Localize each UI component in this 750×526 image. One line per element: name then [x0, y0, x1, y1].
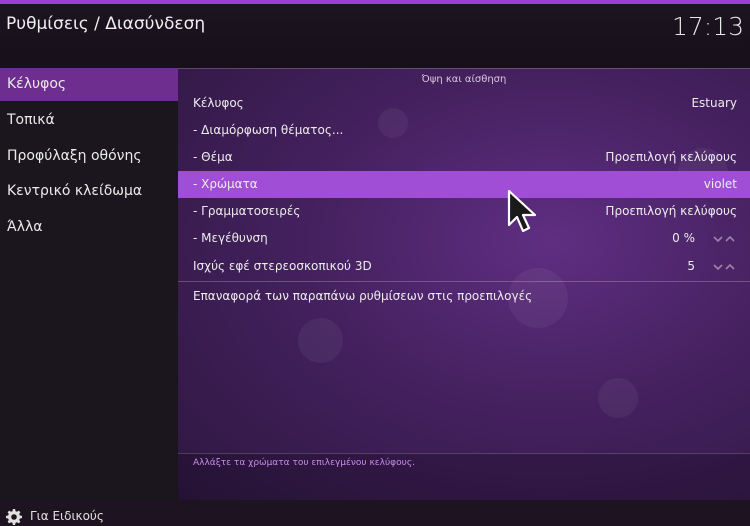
setting-value: Προεπιλογή κελύφους: [605, 150, 737, 164]
chevron-down-up-icon: [713, 235, 735, 243]
sidebar-item-label: Προφύλαξη οθόνης: [7, 148, 142, 164]
setting-configure-skin[interactable]: - Διαμόρφωση θέματος...: [178, 117, 750, 144]
setting-theme[interactable]: - Θέμα Προεπιλογή κελύφους: [178, 144, 750, 171]
sidebar-item-skin[interactable]: Κέλυφος: [0, 68, 178, 101]
clock: 17:13: [671, 12, 744, 41]
settings-level-label: Για Ειδικούς: [30, 509, 104, 523]
setting-label: - Μεγέθυνση: [193, 231, 268, 245]
setting-value: violet: [703, 177, 737, 191]
setting-stereoscopic-strength[interactable]: Ισχύς εφέ στερεοσκοπικού 3D 5: [178, 253, 750, 280]
background-bokeh: [598, 378, 638, 418]
background-bokeh: [298, 318, 343, 363]
setting-value: 0 %: [672, 231, 695, 245]
sidebar-item-label: Άλλα: [7, 219, 43, 235]
reset-settings-button[interactable]: Επαναφορά των παραπάνω ρυθμίσεων στις πρ…: [178, 283, 750, 310]
reset-label: Επαναφορά των παραπάνω ρυθμίσεων στις πρ…: [193, 289, 533, 303]
gear-icon: [6, 508, 22, 525]
setting-label: - Θέμα: [193, 150, 233, 164]
setting-skin[interactable]: Κέλυφος Estuary: [178, 90, 750, 117]
setting-value: 5: [687, 259, 695, 273]
sidebar-item-label: Κεντρικό κλείδωμα: [7, 183, 143, 199]
header: Ρυθμίσεις / Διασύνδεση 17:13: [0, 4, 750, 68]
sidebar-item-label: Κέλυφος: [7, 76, 67, 92]
setting-label: Κέλυφος: [193, 96, 244, 110]
sidebar-item-screensaver[interactable]: Προφύλαξη οθόνης: [0, 140, 178, 173]
status-text: Αλλάξτε τα χρώματα του επιλεγμένου κελύφ…: [193, 458, 415, 468]
setting-value: Estuary: [691, 96, 737, 110]
status-bar: Αλλάξτε τα χρώματα του επιλεγμένου κελύφ…: [178, 453, 750, 500]
mouse-cursor-icon: [507, 189, 537, 233]
setting-fonts[interactable]: - Γραμματοσειρές Προεπιλογή κελύφους: [178, 198, 750, 225]
sidebar: Κέλυφος Τοπικά Προφύλαξη οθόνης Κεντρικό…: [0, 68, 178, 525]
sidebar-item-label: Τοπικά: [7, 112, 55, 128]
sidebar-item-master-lock[interactable]: Κεντρικό κλείδωμα: [0, 175, 178, 208]
sidebar-item-regional[interactable]: Τοπικά: [0, 104, 178, 137]
setting-label: - Διαμόρφωση θέματος...: [193, 123, 344, 137]
settings-panel: Όψη και αίσθηση Κέλυφος Estuary - Διαμόρ…: [178, 68, 750, 500]
page-title: Ρυθμίσεις / Διασύνδεση: [6, 14, 206, 34]
settings-level-button[interactable]: Για Ειδικούς: [6, 506, 104, 526]
setting-value: Προεπιλογή κελύφους: [605, 204, 737, 218]
setting-colors[interactable]: - Χρώματα violet: [178, 171, 750, 198]
sidebar-item-other[interactable]: Άλλα: [0, 211, 178, 244]
setting-label: Ισχύς εφέ στερεοσκοπικού 3D: [193, 259, 372, 273]
group-title: Όψη και αίσθηση: [178, 68, 750, 91]
setting-zoom[interactable]: - Μεγέθυνση 0 %: [178, 225, 750, 252]
chevron-down-up-icon: [713, 263, 735, 271]
divider: [178, 281, 750, 282]
setting-label: - Γραμματοσειρές: [193, 204, 301, 218]
setting-label: - Χρώματα: [193, 177, 258, 191]
